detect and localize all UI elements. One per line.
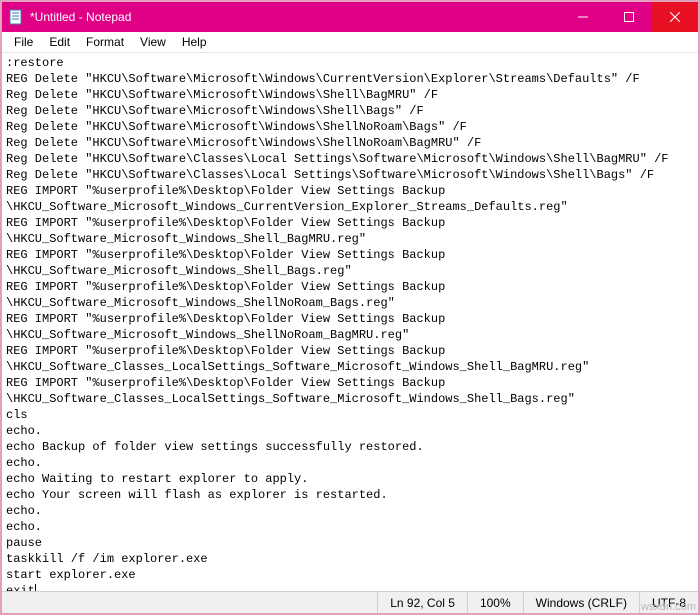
editor-line: Reg Delete "HKCU\Software\Microsoft\Wind… xyxy=(6,103,694,119)
editor-line: REG IMPORT "%userprofile%\Desktop\Folder… xyxy=(6,375,694,391)
editor-line: \HKCU_Software_Microsoft_Windows_Shell_B… xyxy=(6,263,694,279)
editor-line: \HKCU_Software_Microsoft_Windows_ShellNo… xyxy=(6,295,694,311)
status-position: Ln 92, Col 5 xyxy=(377,592,467,613)
window-title: *Untitled - Notepad xyxy=(30,10,131,24)
notepad-icon xyxy=(8,9,24,25)
editor-line: cls xyxy=(6,407,694,423)
menu-help[interactable]: Help xyxy=(174,33,215,51)
maximize-button[interactable] xyxy=(606,2,652,32)
window-controls xyxy=(560,2,698,32)
editor-line: REG IMPORT "%userprofile%\Desktop\Folder… xyxy=(6,183,694,199)
text-editor[interactable]: :restoreREG Delete "HKCU\Software\Micros… xyxy=(2,53,698,591)
editor-line: echo. xyxy=(6,519,694,535)
editor-line: echo. xyxy=(6,503,694,519)
editor-line: \HKCU_Software_Microsoft_Windows_Shell_B… xyxy=(6,231,694,247)
minimize-icon xyxy=(578,12,588,22)
titlebar[interactable]: *Untitled - Notepad xyxy=(2,2,698,32)
editor-line: REG Delete "HKCU\Software\Microsoft\Wind… xyxy=(6,71,694,87)
editor-line: REG IMPORT "%userprofile%\Desktop\Folder… xyxy=(6,311,694,327)
text-caret xyxy=(35,584,36,591)
close-button[interactable] xyxy=(652,2,698,32)
editor-line: start explorer.exe xyxy=(6,567,694,583)
editor-line: echo Your screen will flash as explorer … xyxy=(6,487,694,503)
editor-line: \HKCU_Software_Classes_LocalSettings_Sof… xyxy=(6,359,694,375)
status-encoding: UTF-8 xyxy=(639,592,698,613)
menu-format[interactable]: Format xyxy=(78,33,132,51)
notepad-window: *Untitled - Notepad File Edit Format Vie… xyxy=(0,0,700,615)
status-lineending: Windows (CRLF) xyxy=(523,592,639,613)
statusbar: Ln 92, Col 5 100% Windows (CRLF) UTF-8 xyxy=(2,591,698,613)
editor-line: Reg Delete "HKCU\Software\Classes\Local … xyxy=(6,167,694,183)
editor-line: exit xyxy=(6,583,694,591)
editor-line: echo. xyxy=(6,423,694,439)
editor-line: \HKCU_Software_Classes_LocalSettings_Sof… xyxy=(6,391,694,407)
editor-line: \HKCU_Software_Microsoft_Windows_Current… xyxy=(6,199,694,215)
editor-line: :restore xyxy=(6,55,694,71)
menubar: File Edit Format View Help xyxy=(2,32,698,53)
menu-file[interactable]: File xyxy=(6,33,41,51)
editor-line: REG IMPORT "%userprofile%\Desktop\Folder… xyxy=(6,247,694,263)
editor-line: Reg Delete "HKCU\Software\Classes\Local … xyxy=(6,151,694,167)
editor-line: echo Waiting to restart explorer to appl… xyxy=(6,471,694,487)
menu-edit[interactable]: Edit xyxy=(41,33,78,51)
editor-line: REG IMPORT "%userprofile%\Desktop\Folder… xyxy=(6,279,694,295)
editor-line: echo. xyxy=(6,455,694,471)
editor-line: pause xyxy=(6,535,694,551)
minimize-button[interactable] xyxy=(560,2,606,32)
maximize-icon xyxy=(624,12,634,22)
editor-line: \HKCU_Software_Microsoft_Windows_ShellNo… xyxy=(6,327,694,343)
editor-line: echo Backup of folder view settings succ… xyxy=(6,439,694,455)
status-zoom: 100% xyxy=(467,592,523,613)
editor-line: taskkill /f /im explorer.exe xyxy=(6,551,694,567)
editor-line: REG IMPORT "%userprofile%\Desktop\Folder… xyxy=(6,343,694,359)
editor-line: Reg Delete "HKCU\Software\Microsoft\Wind… xyxy=(6,135,694,151)
editor-line: Reg Delete "HKCU\Software\Microsoft\Wind… xyxy=(6,119,694,135)
editor-line: Reg Delete "HKCU\Software\Microsoft\Wind… xyxy=(6,87,694,103)
editor-line: REG IMPORT "%userprofile%\Desktop\Folder… xyxy=(6,215,694,231)
menu-view[interactable]: View xyxy=(132,33,174,51)
close-icon xyxy=(670,12,680,22)
